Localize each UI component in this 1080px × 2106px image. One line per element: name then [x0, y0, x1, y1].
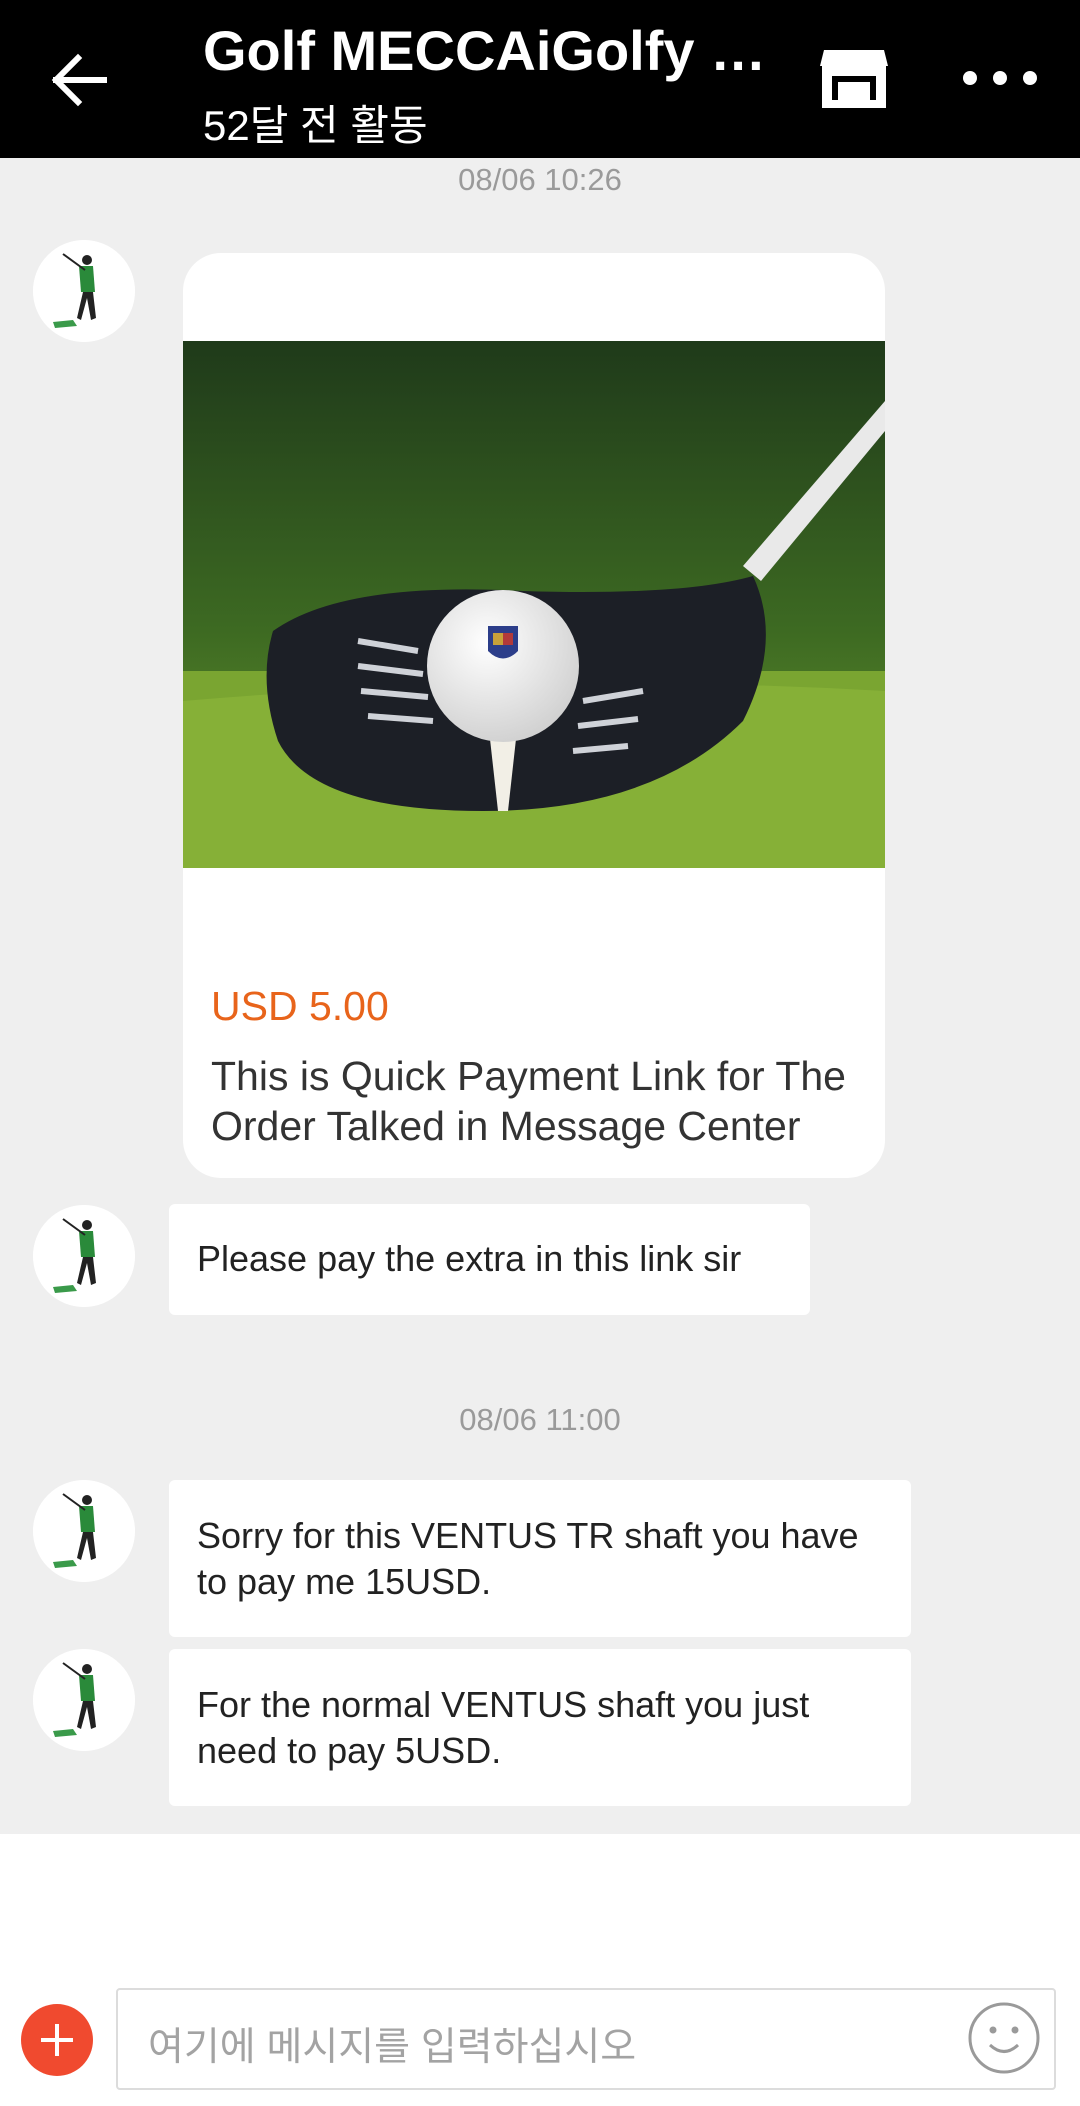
seller-avatar[interactable]	[33, 1480, 135, 1582]
product-price: USD 5.00	[211, 983, 389, 1029]
seller-avatar[interactable]	[33, 1649, 135, 1751]
product-payment-card[interactable]: USD 5.00 This is Quick Payment Link for …	[183, 253, 885, 1178]
message-timestamp: 08/06 11:00	[459, 1402, 621, 1437]
chat-header: Golf MECCAiGolfy Store 52달 전 활동	[0, 0, 1080, 158]
seller-avatar[interactable]	[33, 240, 135, 342]
store-title: Golf MECCAiGolfy Store	[203, 19, 783, 82]
more-dots-icon[interactable]	[960, 58, 1040, 98]
smiley-icon[interactable]	[966, 2000, 1042, 2076]
message-bubble: For the normal VENTUS shaft you just nee…	[169, 1649, 911, 1806]
message-list[interactable]: 08/06 10:26 USD 5.00 This is Quick Payme…	[0, 158, 1080, 1834]
message-timestamp: 08/06 10:26	[458, 162, 622, 197]
store-icon[interactable]	[818, 46, 890, 110]
product-image	[183, 341, 885, 868]
product-description: This is Quick Payment Link for The Order…	[211, 1053, 846, 1149]
message-bubble: Please pay the extra in this link sir	[169, 1204, 810, 1315]
message-input[interactable]: 여기에 메시지를 입력하십시오	[116, 1988, 1056, 2090]
message-input-placeholder: 여기에 메시지를 입력하십시오	[148, 2026, 637, 2069]
back-arrow-icon[interactable]	[48, 52, 112, 108]
seller-avatar[interactable]	[33, 1205, 135, 1307]
last-active-status: 52달 전 활동	[203, 102, 428, 149]
message-bubble: Sorry for this VENTUS TR shaft you have …	[169, 1480, 911, 1637]
plus-icon[interactable]	[21, 2004, 93, 2076]
